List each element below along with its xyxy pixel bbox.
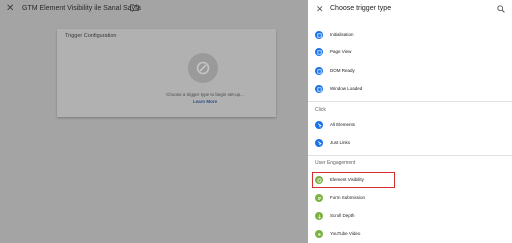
trigger-placeholder-icon[interactable] [188,53,218,83]
trigger-label: All Elements [330,122,356,127]
trigger-initialisation[interactable]: Initialisation [308,27,512,44]
trigger-form-submission[interactable]: Form Submission [308,190,512,207]
card-title: Trigger Configuration [65,33,117,39]
trigger-label: YouTube Video [330,231,361,236]
trigger-label: Initialisation [330,32,354,37]
scroll-depth-icon [315,212,323,220]
learn-more-link[interactable]: Learn More [165,99,245,104]
section-click: Click [315,107,326,113]
choose-trigger-panel: ✕ Choose trigger type Initialisation Pag… [308,0,512,243]
trigger-label: Scroll Depth [330,213,355,218]
page-view-icon [315,48,323,56]
youtube-video-icon [315,230,323,238]
dom-ready-icon [315,67,323,75]
search-icon[interactable] [497,5,505,13]
workspace-overlay[interactable]: ✕ GTM Element Visibility ile Sanal Sayfa… [0,0,308,243]
folder-icon[interactable] [130,4,139,11]
trigger-icon [196,61,210,75]
trigger-label: Form Submission [330,195,366,200]
trigger-window-loaded[interactable]: Window Loaded [308,81,512,98]
setup-hint: Choose a trigger type to begin set-up... [166,92,244,97]
divider [308,155,512,156]
section-user-engagement: User Engagement [315,160,356,166]
workspace-topbar: ✕ GTM Element Visibility ile Sanal Sayfa [0,0,308,20]
form-submission-icon [315,194,323,202]
close-icon[interactable]: ✕ [6,4,16,14]
trigger-label: Window Loaded [330,86,363,91]
element-visibility-highlight [312,172,395,188]
trigger-label: Page View [330,49,352,54]
trigger-configuration-card[interactable]: Trigger Configuration Choose a trigger t… [57,29,276,117]
trigger-name[interactable]: GTM Element Visibility ile Sanal Sayfa [22,5,141,12]
just-links-icon [315,139,323,147]
trigger-page-view[interactable]: Page View [308,44,512,61]
trigger-dom-ready[interactable]: DOM Ready [308,63,512,80]
initialisation-icon [315,31,323,39]
trigger-scroll-depth[interactable]: Scroll Depth [308,208,512,225]
trigger-just-links[interactable]: Just Links [308,135,512,152]
trigger-label: Just Links [330,140,351,145]
panel-header: ✕ Choose trigger type [308,0,512,20]
close-icon[interactable]: ✕ [316,4,324,14]
trigger-label: DOM Ready [330,68,355,73]
trigger-all-elements[interactable]: All Elements [308,117,512,134]
all-elements-icon [315,121,323,129]
window-loaded-icon [315,85,323,93]
divider [308,101,512,102]
panel-title: Choose trigger type [330,5,392,12]
trigger-youtube-video[interactable]: YouTube Video [308,226,512,243]
